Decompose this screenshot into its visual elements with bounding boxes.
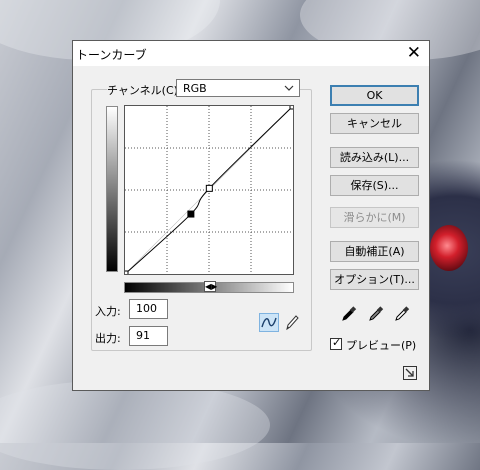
pencil-tool-icon[interactable] [283,313,301,332]
channel-select[interactable]: RGB [176,79,300,97]
output-label: 出力: [95,332,121,345]
curve-point[interactable] [205,184,213,192]
options-button[interactable]: オプション(T)... [330,269,419,290]
white-eyedropper-icon[interactable] [394,306,410,322]
load-button[interactable]: 読み込み(L)... [330,147,419,168]
background-eye [430,225,468,271]
curve-point-selected[interactable] [187,210,195,218]
tone-curve-dialog: トーンカーブ ✕ チャンネル(C): RGB ◀▶ 入力: 100 出力: 91… [72,40,430,391]
close-icon[interactable]: ✕ [407,43,421,63]
cancel-button[interactable]: キャンセル [330,113,419,134]
output-field[interactable]: 91 [129,326,168,346]
curve-point[interactable] [289,106,293,110]
channel-select-value: RGB [183,82,207,95]
chevron-down-icon [284,80,294,99]
input-label: 入力: [95,305,121,318]
resize-icon[interactable] [403,366,417,380]
auto-button[interactable]: 自動補正(A) [330,241,419,262]
ok-button[interactable]: OK [330,85,419,106]
curve-point[interactable] [125,270,129,274]
input-field[interactable]: 100 [129,299,168,319]
preview-checkbox[interactable]: ✓ [330,336,342,350]
ramp-toggle-handle[interactable]: ◀▶ [204,281,217,292]
dialog-title: トーンカーブ [76,48,147,62]
channel-label: チャンネル(C): [107,82,184,98]
black-eyedropper-icon[interactable] [341,306,357,322]
title-bar[interactable]: トーンカーブ ✕ [73,41,429,66]
check-icon: ✓ [332,336,342,349]
curve-tool-icon[interactable] [259,313,279,332]
save-button[interactable]: 保存(S)... [330,175,419,196]
background-hair [0,380,270,470]
gray-eyedropper-icon[interactable] [368,306,384,322]
curve-graph[interactable] [124,105,294,275]
smooth-button[interactable]: 滑らかに(M) [330,207,419,228]
preview-label: プレビュー(P) [346,339,417,352]
output-gradient-ramp [106,106,118,272]
